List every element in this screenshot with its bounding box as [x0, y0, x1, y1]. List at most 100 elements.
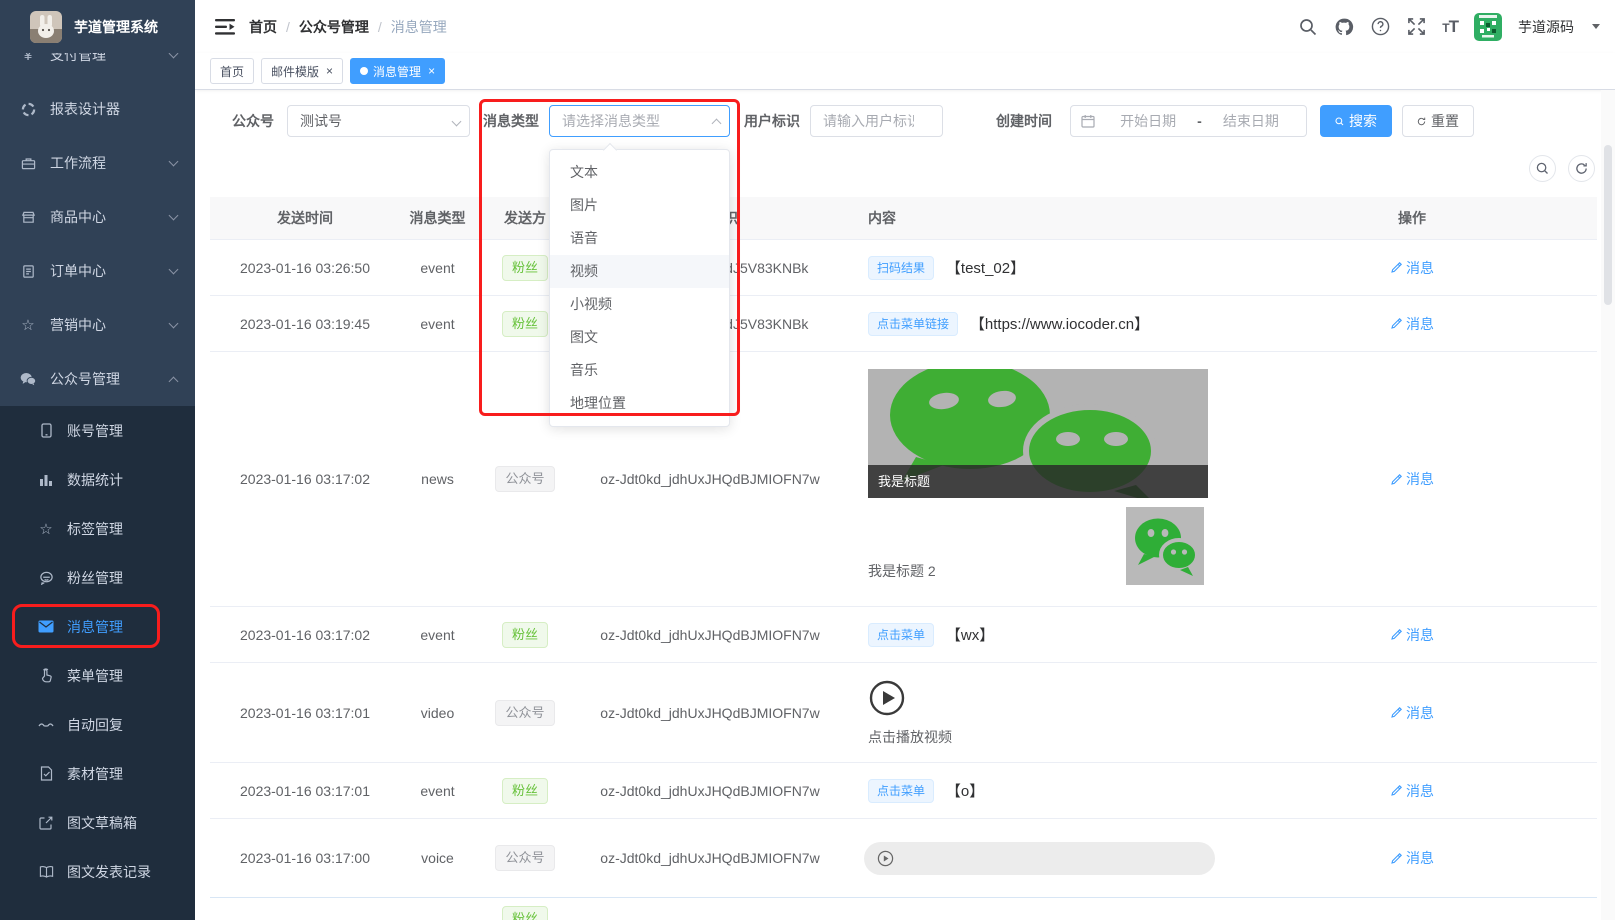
message-table: 发送时间 消息类型 发送方 用户标识 内容 操作 2023-01-16 03:2… [210, 197, 1597, 920]
message-action-link[interactable]: 消息 [1390, 848, 1434, 868]
sidebar-item-material-management[interactable]: 素材管理 [0, 749, 195, 798]
chevron-down-icon[interactable] [1592, 24, 1600, 29]
sidebar-item-workflow[interactable]: 工作流程 [0, 136, 195, 190]
refresh-button[interactable] [1568, 155, 1595, 182]
breadcrumb-wechat[interactable]: 公众号管理 [299, 17, 369, 37]
sender-tag: 公众号 [495, 466, 554, 492]
product-center-icon [20, 209, 36, 225]
table-row: 2023-01-16 03:17:01 video 公众号 oz-Jdt0kd_… [210, 663, 1597, 763]
tab-home[interactable]: 首页 [210, 58, 254, 84]
sidebar-item-auto-reply[interactable]: 自动回复 [0, 700, 195, 749]
message-action-link[interactable]: 消息 [1390, 781, 1434, 801]
play-video-label[interactable]: 点击播放视频 [868, 729, 952, 745]
sidebar-item-wechat-management[interactable]: 公众号管理 [0, 352, 195, 406]
tab-message-management[interactable]: 消息管理 × [350, 58, 445, 84]
event-tag: 扫码结果 [868, 256, 934, 280]
chevron-up-icon [169, 376, 179, 386]
account-select-input[interactable] [287, 105, 470, 137]
tab-mail-template[interactable]: 邮件模版 × [261, 58, 343, 84]
sidebar-item-report-designer[interactable]: 报表设计器 [0, 82, 195, 136]
sidebar-menu: ¥ 支付管理 报表设计器 工作流程 商品中心 [0, 28, 195, 920]
option-text[interactable]: 文本 [550, 156, 729, 189]
news-item-banner[interactable]: 我是标题 [868, 369, 1208, 498]
fullscreen-icon[interactable] [1406, 17, 1426, 37]
sidebar-item-draft-box[interactable]: 图文草稿箱 [0, 798, 195, 847]
wechat-icon [20, 371, 36, 387]
event-tag: 点击菜单 [868, 779, 934, 803]
active-dot [360, 67, 368, 75]
sidebar-item-marketing-center[interactable]: ☆ 营销中心 [0, 298, 195, 352]
search-button[interactable]: 搜索 [1320, 105, 1392, 137]
book-icon [38, 864, 54, 880]
sidebar-item-message-management[interactable]: 消息管理 [0, 602, 195, 651]
hamburger-icon[interactable] [215, 18, 235, 36]
tags-view-bar: 首页 邮件模版 × 消息管理 × [195, 53, 1615, 90]
message-action-link[interactable]: 消息 [1390, 258, 1434, 278]
message-type-dropdown: 文本 图片 语音 视频 小视频 图文 音乐 地理位置 [549, 149, 730, 427]
breadcrumb: 首页 / 公众号管理 / 消息管理 [249, 17, 447, 37]
search-icon[interactable] [1298, 17, 1318, 37]
table-toolbar [195, 137, 1615, 197]
userid-input[interactable] [810, 105, 943, 137]
material-icon [38, 766, 54, 782]
calendar-icon [1081, 114, 1095, 128]
sidebar-item-account-management[interactable]: 账号管理 [0, 406, 195, 455]
col-send-time: 发送时间 [210, 208, 400, 228]
close-icon[interactable]: × [428, 65, 435, 77]
sidebar-item-publish-record[interactable]: 图文发表记录 [0, 847, 195, 896]
message-action-link[interactable]: 消息 [1390, 314, 1434, 334]
news-item-secondary[interactable]: 我是标题 2 [868, 505, 1204, 585]
play-video-icon[interactable] [868, 679, 1227, 717]
message-action-link[interactable]: 消息 [1390, 625, 1434, 645]
type-select-input[interactable] [549, 105, 730, 137]
hide-search-button[interactable] [1529, 155, 1556, 182]
sidebar-item-product-center[interactable]: 商品中心 [0, 190, 195, 244]
type-select[interactable] [549, 105, 730, 137]
search-form: 公众号 消息类型 用户标识 创建时间 开始日期 - 结束日期 [195, 105, 1615, 137]
sender-tag: 粉丝 [502, 255, 548, 281]
voice-player[interactable] [864, 842, 1215, 875]
sender-tag: 粉丝 [502, 906, 548, 920]
table-row: 2023-01-16 03:17:00 voice 公众号 oz-Jdt0kd_… [210, 819, 1597, 898]
auto-reply-icon [38, 717, 54, 733]
help-icon[interactable] [1370, 17, 1390, 37]
sidebar-item-fans-management[interactable]: 粉丝管理 [0, 553, 195, 602]
sender-tag: 粉丝 [502, 778, 548, 804]
date-end-placeholder[interactable]: 结束日期 [1204, 111, 1298, 131]
close-icon[interactable]: × [326, 65, 333, 77]
font-size-icon[interactable]: TT [1442, 17, 1458, 37]
breadcrumb-home[interactable]: 首页 [249, 17, 277, 37]
option-video[interactable]: 视频 [550, 255, 729, 288]
message-action-link[interactable]: 消息 [1390, 469, 1434, 489]
user-avatar[interactable] [1474, 13, 1502, 41]
account-label: 公众号 [232, 111, 277, 131]
sidebar-item-order-center[interactable]: 订单中心 [0, 244, 195, 298]
reset-button[interactable]: 重置 [1402, 105, 1474, 137]
chevron-down-icon [169, 157, 179, 167]
option-short-video[interactable]: 小视频 [550, 288, 729, 321]
mail-icon [38, 619, 54, 635]
option-location[interactable]: 地理位置 [550, 387, 729, 420]
sidebar-item-tag-management[interactable]: ☆ 标签管理 [0, 504, 195, 553]
sidebar: ¥ 支付管理 报表设计器 工作流程 商品中心 [0, 0, 195, 920]
message-action-link[interactable]: 消息 [1390, 703, 1434, 723]
option-image[interactable]: 图片 [550, 189, 729, 222]
github-icon[interactable] [1334, 17, 1354, 37]
option-voice[interactable]: 语音 [550, 222, 729, 255]
page-content: 公众号 消息类型 用户标识 创建时间 开始日期 - 结束日期 [195, 90, 1615, 920]
date-range-picker[interactable]: 开始日期 - 结束日期 [1070, 105, 1307, 137]
marketing-center-icon: ☆ [20, 317, 36, 333]
scrollbar-thumb[interactable] [1604, 145, 1612, 305]
option-music[interactable]: 音乐 [550, 354, 729, 387]
workflow-icon [20, 155, 36, 171]
account-select[interactable] [287, 105, 470, 137]
event-tag: 点击菜单链接 [868, 312, 958, 336]
table-row: 2023-01-16 03:17:02 news 公众号 oz-Jdt0kd_j… [210, 352, 1597, 607]
user-name[interactable]: 芋道源码 [1518, 17, 1574, 37]
table-row: 2023-01-16 03:17:01 event 粉丝 oz-Jdt0kd_j… [210, 763, 1597, 819]
date-start-placeholder[interactable]: 开始日期 [1101, 111, 1195, 131]
sidebar-item-data-statistics[interactable]: 数据统计 [0, 455, 195, 504]
table-row: 2023-01-16 03:19:45 event 粉丝 oz-Jdt0kd_j… [210, 296, 1597, 352]
option-news[interactable]: 图文 [550, 321, 729, 354]
sidebar-item-menu-management[interactable]: 菜单管理 [0, 651, 195, 700]
